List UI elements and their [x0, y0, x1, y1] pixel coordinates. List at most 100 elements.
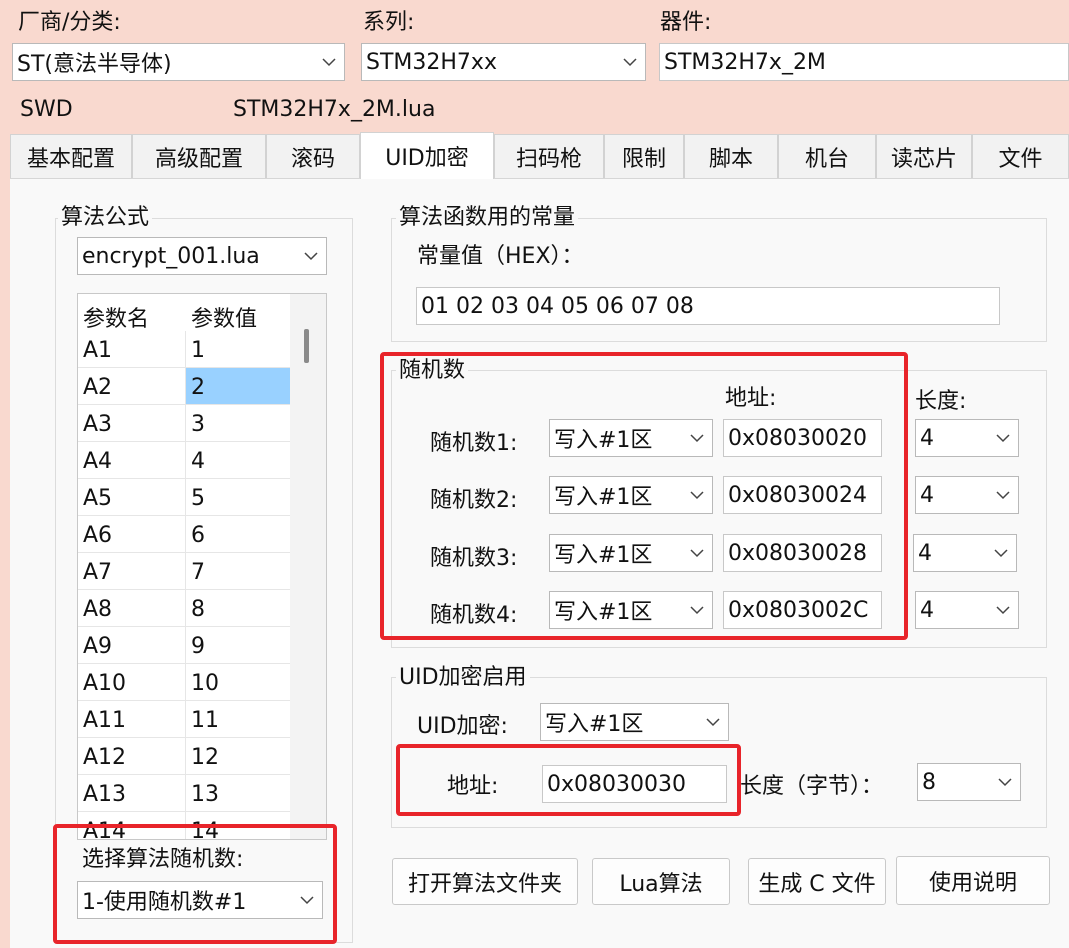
tab-rolling-code[interactable]: 滚码: [266, 134, 360, 178]
series-label: 系列:: [363, 10, 415, 35]
param-value[interactable]: 10: [186, 664, 290, 701]
tab-machine[interactable]: 机台: [778, 134, 876, 178]
random-len-select[interactable]: 4: [915, 419, 1019, 457]
list-item[interactable]: A2 2: [78, 368, 290, 405]
param-name: A4: [83, 449, 113, 474]
list-item[interactable]: A4 4: [78, 442, 290, 479]
chevron-down-icon: [988, 433, 1018, 443]
column-divider: [185, 368, 186, 405]
column-divider: [185, 405, 186, 442]
uid-encrypt-select[interactable]: 写入#1区: [540, 703, 729, 741]
column-header-name[interactable]: 参数名: [83, 301, 149, 333]
device-label: 器件:: [660, 10, 712, 35]
param-value[interactable]: 12: [186, 738, 290, 775]
tab-scanner[interactable]: 扫码枪: [494, 134, 604, 178]
list-item[interactable]: A5 5: [78, 479, 290, 516]
list-item[interactable]: A12 12: [78, 738, 290, 775]
param-value[interactable]: 2: [186, 368, 290, 405]
tab-advanced[interactable]: 高级配置: [132, 134, 266, 178]
constant-value-field[interactable]: 01 02 03 04 05 06 07 08: [416, 287, 1000, 325]
vendor-select-value: ST(意法半导体): [17, 52, 172, 77]
random-len-value: 4: [918, 540, 932, 566]
param-list[interactable]: 参数名 参数值 A1 1 A2 2 A3 3 A4 4 A5 5 A6 6 A7 7 A8 8 A9 9 A10 10…: [77, 293, 327, 840]
script-file-label: STM32H7x_2M.lua: [233, 97, 436, 122]
tab-bar: 基本配置 高级配置 滚码 UID加密 扫码枪 限制 脚本 机台 读芯片 文件: [10, 132, 1069, 179]
param-name: A11: [83, 708, 127, 733]
param-name: A6: [83, 523, 113, 548]
tab-read-chip[interactable]: 读芯片: [876, 134, 972, 178]
param-name: A10: [83, 671, 127, 696]
param-name: A2: [83, 375, 113, 400]
random-len-select[interactable]: 4: [915, 476, 1019, 514]
uid-len-select[interactable]: 8: [917, 763, 1021, 801]
tab-limit[interactable]: 限制: [604, 134, 684, 178]
random-len-select[interactable]: 4: [915, 591, 1019, 629]
tab-basic[interactable]: 基本配置: [10, 134, 132, 178]
help-button[interactable]: 使用说明: [896, 856, 1050, 905]
list-item[interactable]: A13 13: [78, 775, 290, 812]
random-len-header: 长度:: [915, 389, 967, 414]
device-field[interactable]: STM32H7x_2M: [659, 43, 1069, 81]
interface-label: SWD: [20, 97, 73, 122]
vendor-label: 厂商/分类:: [18, 10, 121, 35]
param-value[interactable]: 3: [186, 405, 290, 442]
list-item[interactable]: A9 9: [78, 627, 290, 664]
uid-len-value: 8: [922, 769, 936, 795]
param-value[interactable]: 5: [186, 479, 290, 516]
param-value[interactable]: 13: [186, 775, 290, 812]
param-value[interactable]: 8: [186, 590, 290, 627]
chevron-down-icon: [615, 57, 645, 67]
param-name: A7: [83, 560, 113, 585]
tab-uid-encrypt[interactable]: UID加密: [360, 132, 494, 179]
algorithm-file-select[interactable]: encrypt_001.lua: [77, 237, 327, 275]
random-len-value: 4: [920, 597, 934, 623]
list-item[interactable]: A11 11: [78, 701, 290, 738]
param-value[interactable]: 6: [186, 516, 290, 553]
constants-group-title: 算法函数用的常量: [396, 206, 579, 230]
list-item[interactable]: A7 7: [78, 553, 290, 590]
vendor-select[interactable]: ST(意法半导体): [12, 43, 345, 81]
open-algorithm-folder-button[interactable]: 打开算法文件夹: [392, 858, 578, 905]
algorithm-group-title: 算法公式: [58, 206, 153, 230]
random-len-select[interactable]: 4: [913, 534, 1017, 572]
param-value[interactable]: 7: [186, 553, 290, 590]
param-value[interactable]: 1: [186, 331, 290, 368]
list-item[interactable]: A3 3: [78, 405, 290, 442]
column-divider: [185, 331, 186, 368]
param-name: A8: [83, 597, 113, 622]
column-divider: [185, 627, 186, 664]
column-divider: [185, 516, 186, 553]
chevron-down-icon: [986, 548, 1016, 558]
column-header-value[interactable]: 参数值: [186, 294, 290, 332]
column-divider: [185, 775, 186, 812]
uid-encrypt-value: 写入#1区: [545, 712, 644, 737]
param-value[interactable]: 9: [186, 627, 290, 664]
column-divider: [185, 701, 186, 738]
tab-file[interactable]: 文件: [972, 134, 1069, 178]
param-list-scrollbar[interactable]: [290, 294, 326, 839]
param-name: A1: [83, 338, 113, 363]
param-value[interactable]: 4: [186, 442, 290, 479]
param-value[interactable]: 11: [186, 701, 290, 738]
chevron-down-icon: [698, 717, 728, 727]
list-item[interactable]: A8 8: [78, 590, 290, 627]
lua-algorithm-button[interactable]: Lua算法: [592, 858, 730, 905]
param-name: A13: [83, 782, 127, 807]
series-select[interactable]: STM32H7xx: [361, 43, 646, 81]
column-divider: [185, 590, 186, 627]
tab-script[interactable]: 脚本: [684, 134, 778, 178]
chevron-down-icon: [314, 57, 344, 67]
highlight-random-group: [380, 352, 908, 640]
scrollbar-thumb[interactable]: [304, 329, 309, 363]
list-item[interactable]: A6 6: [78, 516, 290, 553]
list-item[interactable]: A10 10: [78, 664, 290, 701]
constant-value-label: 常量值（HEX）：: [417, 244, 584, 269]
list-item[interactable]: A1 1: [78, 331, 290, 368]
uid-len-label: 长度（字节）：: [740, 774, 884, 799]
chevron-down-icon: [990, 777, 1020, 787]
column-divider: [185, 442, 186, 479]
highlight-random-select: [53, 824, 337, 944]
param-name: A9: [83, 634, 113, 659]
algorithm-file-value: encrypt_001.lua: [82, 243, 260, 269]
generate-c-file-button[interactable]: 生成 C 文件: [748, 858, 886, 905]
